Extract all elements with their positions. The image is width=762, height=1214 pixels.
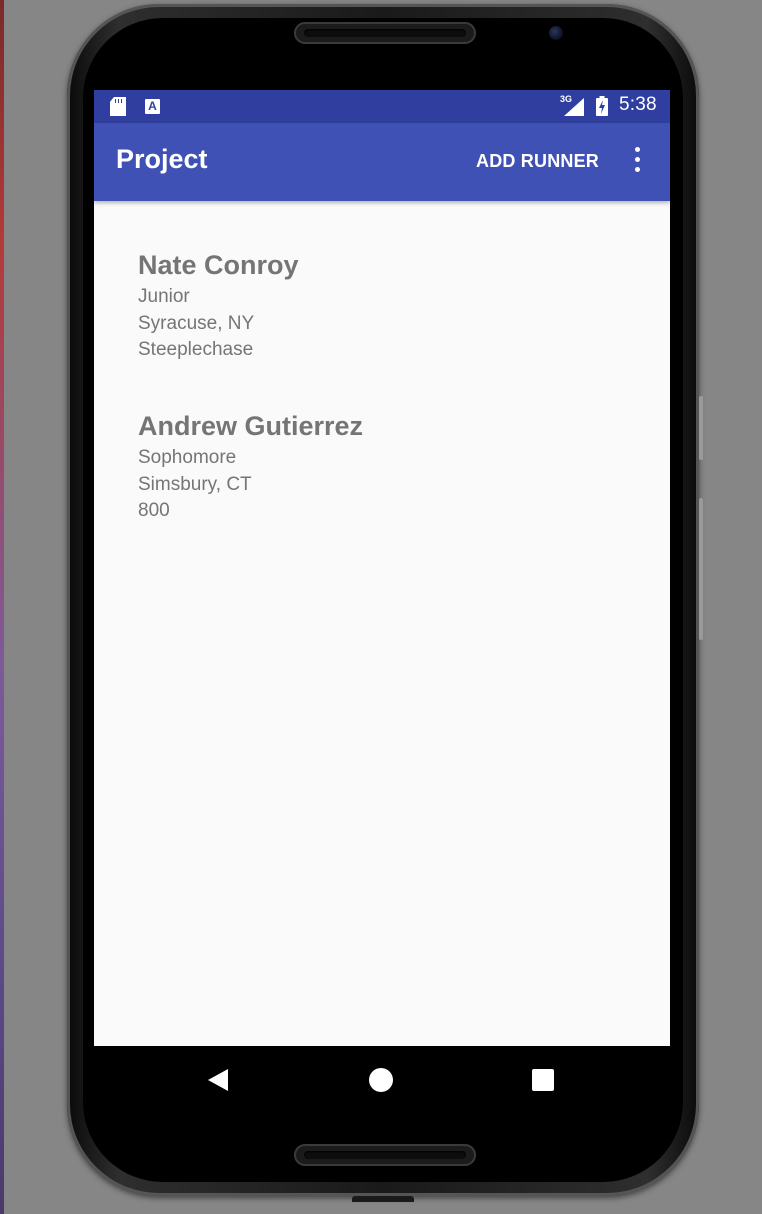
device-screen: A 3G 5:38 Project ADD RUNNER Nate Conroy… — [94, 90, 670, 1046]
navigation-bar — [94, 1046, 670, 1116]
runner-event: 800 — [138, 500, 170, 521]
runner-name: Andrew Gutierrez — [138, 411, 364, 441]
bottom-port — [352, 1196, 414, 1202]
app-bar: Project ADD RUNNER — [94, 123, 670, 201]
runner-list: Nate Conroy Junior Syracuse, NY Steeplec… — [94, 201, 670, 1046]
front-camera — [549, 26, 563, 40]
runner-event: Steeplechase — [138, 339, 254, 360]
list-item[interactable]: Andrew Gutierrez Sophomore Simsbury, CT … — [138, 409, 363, 525]
menu-dot — [635, 167, 640, 172]
runner-year: Sophomore — [138, 447, 237, 468]
bottom-speaker-grille — [294, 1144, 476, 1166]
home-circle-icon[interactable] — [369, 1068, 393, 1092]
menu-dot — [635, 147, 640, 152]
battery-charging-icon — [596, 96, 608, 116]
a-notification-icon: A — [145, 99, 160, 114]
sd-card-icon — [110, 97, 126, 116]
runner-hometown: Simsbury, CT — [138, 473, 252, 495]
recents-square-icon[interactable] — [532, 1069, 554, 1091]
app-title: Project — [116, 144, 208, 174]
add-runner-button[interactable]: ADD RUNNER — [476, 151, 599, 172]
power-button[interactable] — [699, 498, 703, 640]
volume-button[interactable] — [699, 396, 703, 460]
desktop-background-strip — [0, 0, 4, 1214]
more-vert-icon[interactable] — [629, 145, 645, 179]
runner-year: Junior — [138, 286, 190, 307]
menu-dot — [635, 157, 640, 162]
status-bar: A 3G 5:38 — [94, 90, 670, 123]
runner-name: Nate Conroy — [138, 250, 299, 280]
status-clock: 5:38 — [619, 94, 657, 115]
back-triangle-icon[interactable] — [208, 1069, 228, 1091]
cell-signal-icon — [564, 98, 584, 116]
top-speaker-grille — [294, 22, 476, 44]
list-item[interactable]: Nate Conroy Junior Syracuse, NY Steeplec… — [138, 248, 299, 364]
runner-hometown: Syracuse, NY — [138, 312, 255, 334]
